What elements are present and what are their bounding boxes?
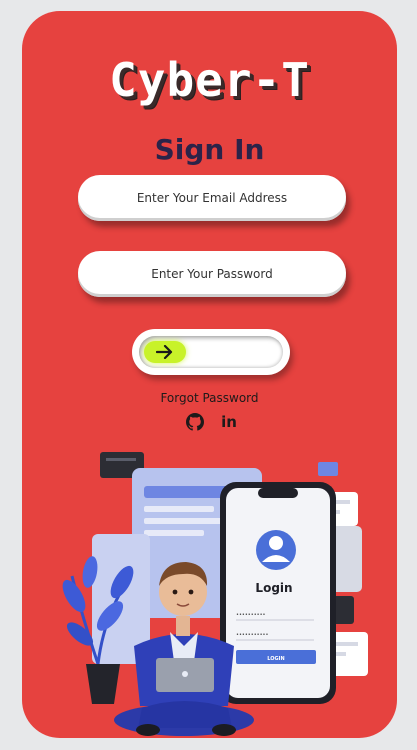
arrow-right-icon [156, 345, 173, 359]
password-field[interactable] [78, 251, 346, 297]
slider-handle[interactable] [144, 341, 186, 363]
phone-password-mask: ••••••••••• [236, 632, 268, 638]
brand-logo: Cyber-T [109, 53, 310, 107]
email-field[interactable] [78, 175, 346, 221]
github-icon [186, 413, 204, 431]
linkedin-icon: in [221, 413, 237, 431]
phone-email-mask: •••••••••• [236, 612, 266, 618]
page-title: Sign In [154, 133, 265, 166]
forgot-password-link[interactable]: Forgot Password [22, 391, 397, 405]
phone-login-title: Login [255, 581, 292, 595]
login-illustration: Login •••••••••• ••••••••••• LOGIN [62, 452, 368, 736]
phone-login-button-label: LOGIN [267, 656, 284, 662]
phone: Login •••••••••• ••••••••••• LOGIN [220, 482, 336, 704]
linkedin-link[interactable]: in [218, 411, 240, 433]
github-link[interactable] [184, 411, 206, 433]
slider-track [139, 336, 283, 368]
social-links: in [184, 411, 240, 433]
floating-chip [318, 462, 338, 476]
login-card: Cyber-T Sign In Forgot Password in [22, 11, 397, 738]
submit-slider[interactable] [132, 329, 290, 375]
